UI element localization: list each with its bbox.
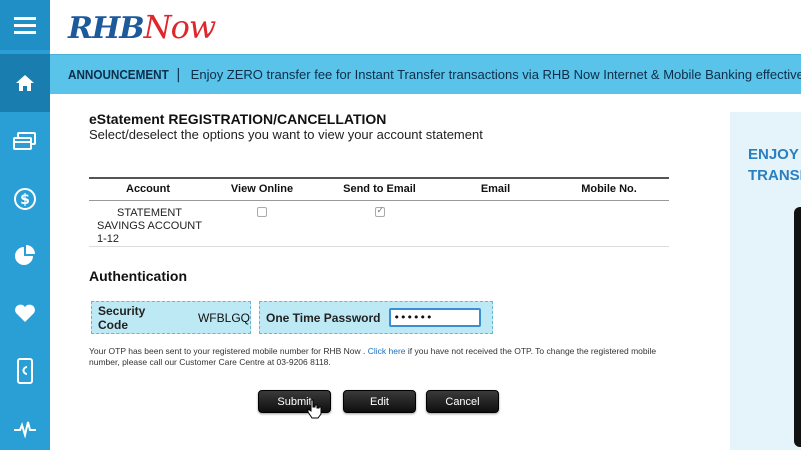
logo-rhb-text: RHB: [68, 11, 145, 46]
sidebar-item-mobile[interactable]: [0, 342, 50, 400]
table-row: STATEMENT SAVINGS ACCOUNT 1-12: [89, 200, 669, 247]
rhb-now-logo[interactable]: RHBNow: [68, 8, 217, 46]
otp-note-text-1: Your OTP has been sent to your registere…: [89, 346, 368, 356]
promo-banner-line-1: ENJOY H: [748, 146, 801, 163]
page-title: eStatement REGISTRATION/CANCELLATION: [89, 111, 387, 127]
promo-banner[interactable]: ENJOY H TRANSF: [730, 112, 801, 450]
page-subtitle: Select/deselect the options you want to …: [89, 127, 483, 142]
mobile-cell: [549, 200, 669, 247]
security-code-value: WFBLGQ: [197, 310, 250, 325]
main-content: eStatement REGISTRATION/CANCELLATION Sel…: [50, 94, 730, 450]
security-code-box: Security Code WFBLGQ: [91, 301, 251, 334]
authentication-heading: Authentication: [89, 268, 187, 284]
heart-icon: [15, 304, 35, 322]
otp-label: One Time Password: [266, 310, 381, 325]
view-online-checkbox[interactable]: [257, 206, 267, 217]
announcement-bar: ANNOUNCEMENT | Enjoy ZERO transfer fee f…: [50, 54, 801, 94]
otp-input[interactable]: [388, 308, 481, 327]
account-cell: STATEMENT SAVINGS ACCOUNT 1-12: [89, 200, 207, 247]
edit-button[interactable]: Edit: [343, 390, 416, 413]
sidebar-item-portfolio[interactable]: [0, 227, 50, 285]
cancel-button[interactable]: Cancel: [426, 390, 499, 413]
card-icon: [13, 132, 36, 150]
column-header-send-to-email: Send to Email: [317, 177, 442, 201]
sidebar-item-favourites[interactable]: [0, 284, 50, 342]
sidebar-item-cards[interactable]: [0, 112, 50, 170]
email-cell: [442, 200, 549, 247]
home-icon: [16, 75, 34, 91]
sidebar-item-activity[interactable]: [0, 400, 50, 450]
table-header-row: Account View Online Send to Email Email …: [89, 177, 669, 201]
promo-banner-title: ENJOY H TRANSF: [748, 144, 801, 186]
logo-now-text: Now: [143, 8, 217, 46]
account-line-2: SAVINGS ACCOUNT: [97, 219, 202, 232]
column-header-view-online: View Online: [207, 177, 317, 201]
announcement-separator: |: [175, 66, 181, 83]
header: RHBNow: [50, 0, 801, 54]
announcement-label: ANNOUNCEMENT: [68, 67, 169, 82]
hamburger-menu-button[interactable]: [0, 0, 50, 50]
mobile-icon: [17, 358, 33, 384]
account-line-1: STATEMENT: [117, 206, 182, 219]
promo-banner-line-2: TRANSF: [748, 167, 801, 184]
menu-icon: [14, 17, 36, 34]
account-table: Account View Online Send to Email Email …: [89, 177, 669, 247]
pie-chart-icon: [15, 245, 35, 265]
otp-note: Your OTP has been sent to your registere…: [89, 346, 669, 368]
column-header-mobile-no: Mobile No.: [549, 177, 669, 201]
svg-text:$: $: [20, 192, 30, 208]
send-to-email-cell: [317, 200, 442, 247]
hand-cursor-icon: [307, 399, 322, 419]
account-line-3: 1-12: [97, 232, 120, 245]
sidebar-item-home[interactable]: [0, 54, 50, 112]
sidebar: $: [0, 0, 50, 450]
dollar-icon: $: [14, 188, 36, 210]
send-to-email-checkbox[interactable]: [374, 205, 385, 217]
column-header-account: Account: [89, 177, 207, 201]
promo-phone-image: [794, 207, 801, 447]
pulse-icon: [14, 421, 36, 438]
otp-resend-link[interactable]: Click here: [368, 346, 406, 356]
column-header-email: Email: [442, 177, 549, 201]
announcement-text: Enjoy ZERO transfer fee for Instant Tran…: [190, 67, 801, 82]
sidebar-item-payments[interactable]: $: [0, 170, 50, 228]
otp-box: One Time Password: [259, 301, 493, 334]
view-online-cell: [207, 200, 317, 247]
security-code-label: Security Code: [98, 303, 146, 332]
